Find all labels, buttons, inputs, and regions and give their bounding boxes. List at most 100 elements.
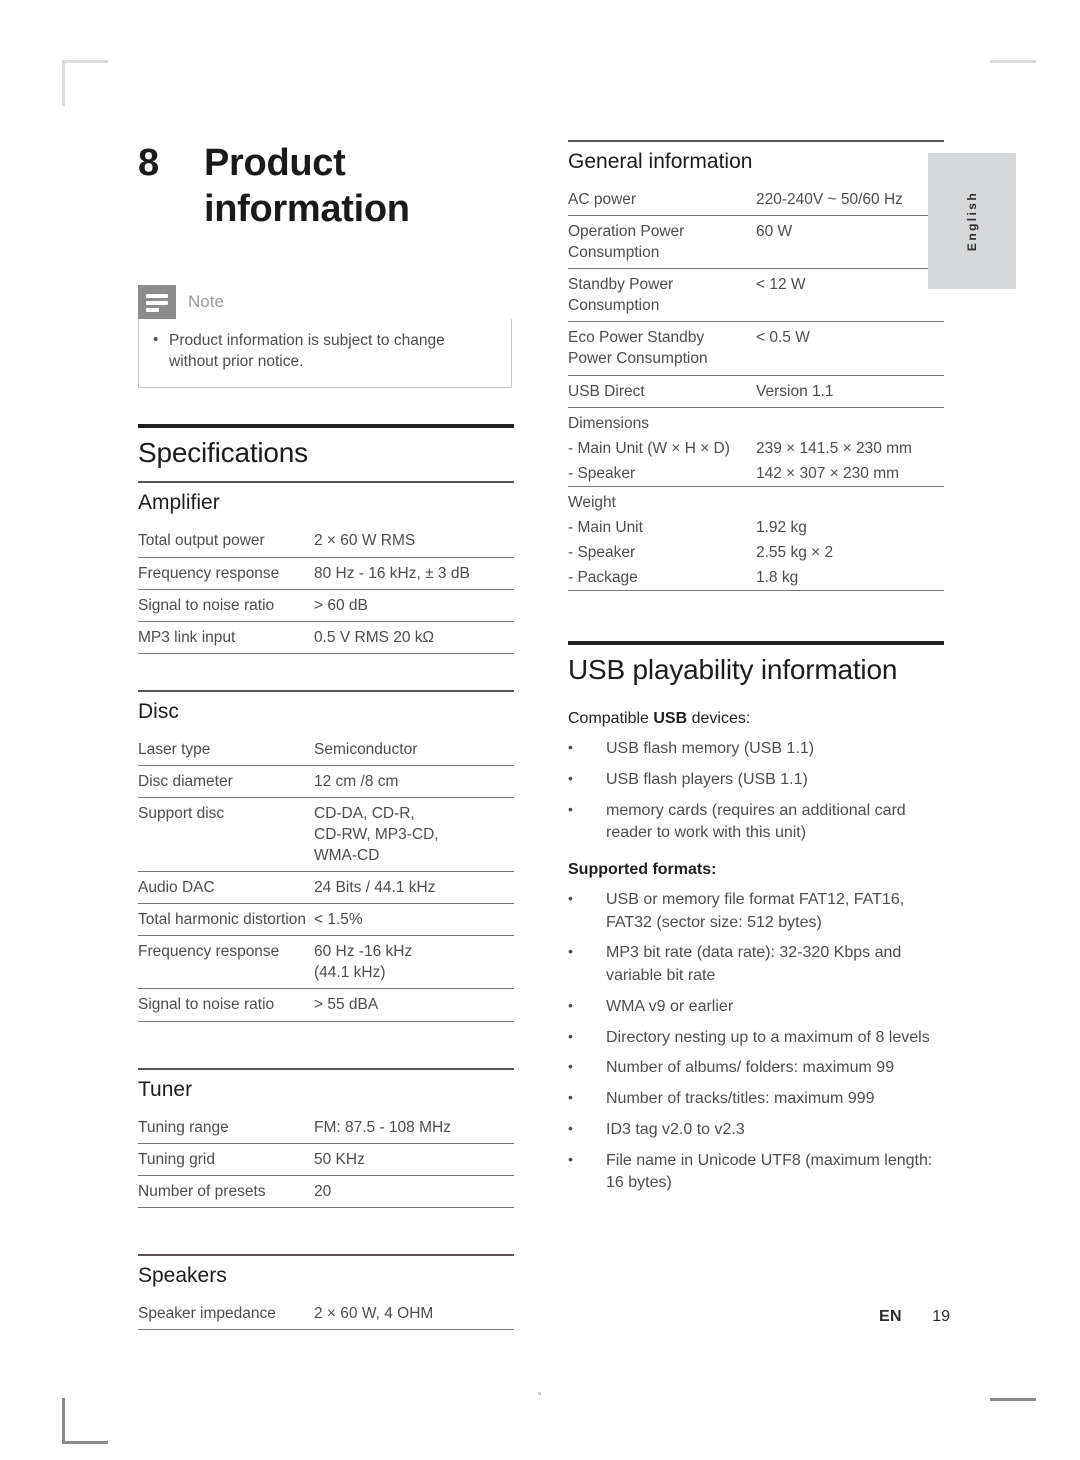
- spec-value: 50 KHz: [314, 1150, 365, 1168]
- table-row: Number of presets 20: [138, 1174, 514, 1208]
- list-item-text: WMA v9 or earlier: [606, 997, 734, 1015]
- table-row: Tuning range FM: 87.5 - 108 MHz: [138, 1112, 514, 1143]
- spec-key: Laser type: [138, 740, 211, 758]
- spec-key: AC power: [568, 191, 637, 208]
- table-row: - Main Unit 1.92 kg: [568, 515, 944, 540]
- note-item-text: Product information is subject to change…: [169, 331, 445, 371]
- list-item: • Number of albums/ folders: maximum 99: [568, 1053, 944, 1084]
- bullet-glyph: •: [568, 739, 573, 756]
- bullet-glyph: •: [153, 330, 159, 348]
- list-item: • USB flash players (USB 1.1): [568, 765, 944, 796]
- bullet-glyph: •: [568, 769, 573, 786]
- general-information-table: AC power 220-240V ~ 50/60 Hz Operation P…: [568, 184, 944, 592]
- disc-heading: Disc: [138, 699, 179, 723]
- footer-page-number: 19: [932, 1308, 950, 1325]
- spec-value: 80 Hz - 16 kHz, ± 3 dB: [314, 564, 470, 582]
- crop-mark-line-horizontal: [62, 60, 108, 63]
- list-item-text: USB flash memory (USB 1.1): [606, 740, 815, 758]
- spec-value: 60 W: [756, 223, 793, 241]
- bullet-glyph: •: [568, 943, 573, 960]
- spec-value: > 60 dB: [314, 596, 368, 614]
- supported-formats-list: • USB or memory file format FAT12, FAT16…: [568, 885, 944, 1199]
- table-row: Eco Power Standby Power Consumption < 0.…: [568, 321, 944, 374]
- list-item-text: USB or memory file format FAT12, FAT16, …: [606, 891, 905, 931]
- spec-value: Semiconductor: [314, 740, 418, 758]
- table-row: Frequency response 80 Hz - 16 kHz, ± 3 d…: [138, 556, 514, 589]
- label-part-strong: USB: [653, 710, 688, 728]
- list-item: • File name in Unicode UTF8 (maximum len…: [568, 1146, 944, 1199]
- spec-key: Support disc: [138, 804, 225, 822]
- note-icon: [138, 284, 176, 319]
- spec-key: - Speaker: [568, 544, 636, 562]
- crop-mark-line-horizontal: [990, 1398, 1036, 1401]
- spec-value: > 55 dBA: [314, 996, 379, 1014]
- table-row: Disc diameter 12 cm /8 cm: [138, 764, 514, 797]
- table-row: Laser type Semiconductor: [138, 734, 514, 765]
- bullet-glyph: •: [568, 1119, 573, 1136]
- right-column: General information AC power 220-240V ~ …: [568, 140, 944, 1199]
- list-item-text: memory cards (requires an additional car…: [606, 801, 906, 842]
- specifications-heading: Specifications: [138, 437, 308, 469]
- list-item: • USB or memory file format FAT12, FAT16…: [568, 885, 944, 938]
- crop-mark-line-vertical: [62, 60, 65, 106]
- list-item-text: Directory nesting up to a maximum of 8 l…: [606, 1028, 930, 1046]
- disc-table: Laser type Semiconductor Disc diameter 1…: [138, 734, 514, 1022]
- spec-key: Tuning range: [138, 1118, 229, 1136]
- spec-key: Disc diameter: [138, 772, 233, 790]
- list-item-text: Number of albums/ folders: maximum 99: [606, 1059, 895, 1077]
- compatible-usb-devices-list: • USB flash memory (USB 1.1) • USB flash…: [568, 734, 944, 849]
- general-information-heading: General information: [568, 150, 753, 173]
- label-part-post: devices:: [687, 710, 751, 728]
- compatible-usb-devices-label: Compatible USB devices:: [568, 698, 944, 734]
- spec-value: 1.92 kg: [756, 518, 807, 536]
- spec-key: Signal to noise ratio: [138, 596, 275, 614]
- chapter-number: 8: [138, 142, 159, 184]
- spec-key: Standby Power Consumption: [568, 276, 674, 315]
- note-header: Note: [138, 284, 512, 319]
- spec-key: Weight: [568, 493, 616, 511]
- crop-mark-line-vertical: [62, 1398, 65, 1444]
- list-item: • MP3 bit rate (data rate): 32-320 Kbps …: [568, 938, 944, 991]
- speakers-heading: Speakers: [138, 1263, 227, 1287]
- bullet-glyph: •: [568, 890, 573, 907]
- table-row: Standby Power Consumption < 12 W: [568, 268, 944, 321]
- spec-key: - Package: [568, 569, 638, 587]
- usb-playability-heading: USB playability information: [568, 654, 898, 686]
- table-group-label: Dimensions: [568, 406, 944, 436]
- page-title: Product information: [204, 142, 410, 231]
- crop-mark-line-horizontal: [62, 1441, 108, 1444]
- table-row: AC power 220-240V ~ 50/60 Hz: [568, 184, 944, 215]
- spec-key: Number of presets: [138, 1182, 266, 1200]
- center-registration-tick: [538, 1392, 541, 1395]
- spec-value: 12 cm /8 cm: [314, 772, 399, 790]
- spec-value: 60 Hz -16 kHz (44.1 kHz): [314, 943, 413, 982]
- spec-key: - Speaker: [568, 464, 636, 482]
- spec-value: 20: [314, 1182, 332, 1200]
- bullet-glyph: •: [568, 1089, 573, 1106]
- crop-mark-line-horizontal: [990, 60, 1036, 63]
- note-body: • Product information is subject to chan…: [138, 318, 512, 389]
- table-row: Support disc CD-DA, CD-R, CD-RW, MP3-CD,…: [138, 796, 514, 871]
- spec-key: Operation Power Consumption: [568, 223, 685, 262]
- spec-value: 1.8 kg: [756, 569, 799, 587]
- spec-key: Audio DAC: [138, 879, 215, 897]
- spec-key: MP3 link input: [138, 628, 236, 646]
- spec-value: 142 × 307 × 230 mm: [756, 464, 900, 482]
- list-item: • Number of tracks/titles: maximum 999: [568, 1084, 944, 1115]
- list-item: • WMA v9 or earlier: [568, 992, 944, 1023]
- table-row: Audio DAC 24 Bits / 44.1 kHz: [138, 871, 514, 903]
- spec-value: < 12 W: [756, 276, 806, 294]
- table-row: - Package 1.8 kg: [568, 565, 944, 592]
- note-label: Note: [188, 291, 224, 311]
- spec-value: 220-240V ~ 50/60 Hz: [756, 191, 903, 208]
- spec-value: Version 1.1: [756, 382, 834, 400]
- spec-key: USB Direct: [568, 382, 645, 400]
- spec-key: - Main Unit: [568, 518, 643, 536]
- language-tab-english: English: [928, 153, 1016, 289]
- table-row: Total harmonic distortion < 1.5%: [138, 903, 514, 935]
- spec-key: Frequency response: [138, 943, 280, 961]
- table-row: USB Direct Version 1.1: [568, 374, 944, 407]
- amplifier-heading: Amplifier: [138, 491, 220, 515]
- tuner-table: Tuning range FM: 87.5 - 108 MHz Tuning g…: [138, 1112, 514, 1208]
- spec-value: < 0.5 W: [756, 329, 810, 347]
